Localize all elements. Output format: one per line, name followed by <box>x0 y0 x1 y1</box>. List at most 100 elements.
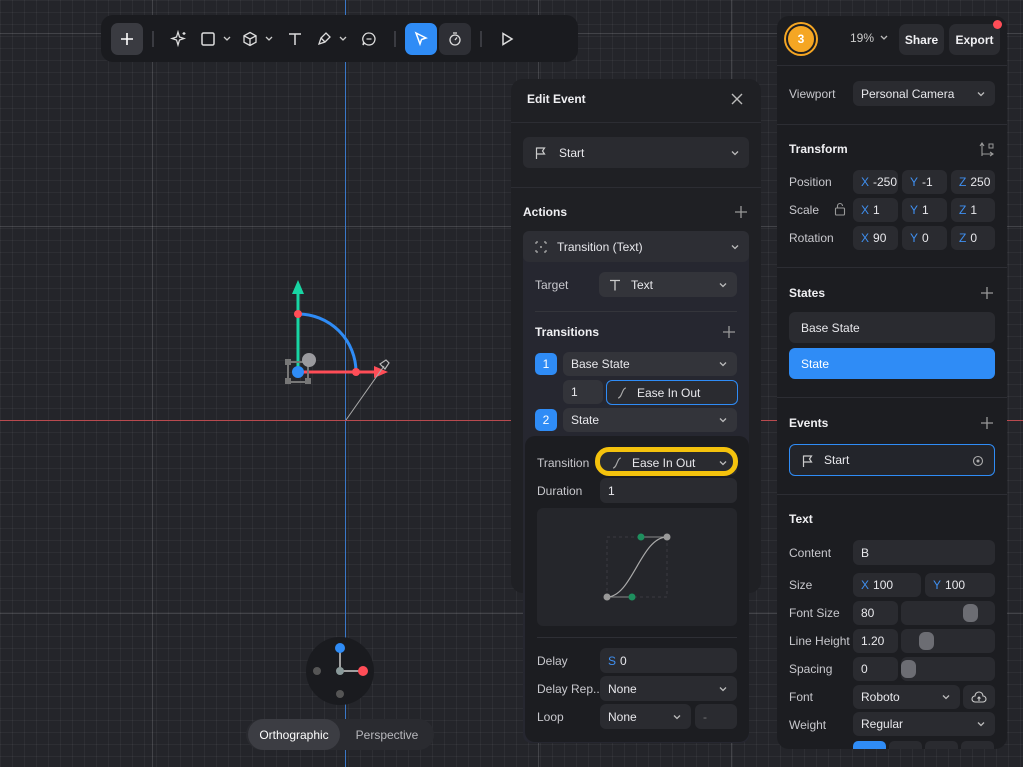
spacing-input[interactable]: 0 <box>853 657 898 681</box>
chevron-down-icon[interactable] <box>221 36 233 42</box>
comment-icon[interactable] <box>353 23 385 55</box>
rotation-z-input[interactable]: Z0 <box>951 226 995 250</box>
chevron-down-icon <box>719 362 727 367</box>
line-height-label: Line Height <box>789 634 850 648</box>
chevron-down-icon <box>880 35 888 40</box>
duration-input[interactable]: 1 <box>600 478 737 503</box>
chevron-down-icon <box>731 244 739 249</box>
duration-value: 1 <box>608 483 615 498</box>
slider-handle[interactable] <box>963 604 978 622</box>
font-size-input[interactable]: 80 <box>853 601 898 625</box>
avatar[interactable]: 3 <box>786 24 816 54</box>
position-y-input[interactable]: Y -1 <box>902 170 947 194</box>
line-height-slider[interactable] <box>901 629 995 653</box>
zoom-value: 19% <box>850 31 875 45</box>
action-select[interactable]: Transition (Text) <box>523 231 749 262</box>
text-icon[interactable] <box>279 23 311 55</box>
delay-repeat-select[interactable]: None <box>600 676 737 701</box>
viewport-select[interactable]: Personal Camera <box>853 81 995 106</box>
add-icon[interactable] <box>111 22 143 55</box>
rotation-y-input[interactable]: Y0 <box>902 226 947 250</box>
scale-x-value: 1 <box>873 203 880 217</box>
divider <box>511 187 761 188</box>
slider-handle[interactable] <box>901 660 916 678</box>
sparkle-icon[interactable] <box>163 23 195 55</box>
rectangle-icon[interactable] <box>195 23 221 55</box>
perspective-option[interactable]: Perspective <box>340 719 434 750</box>
divider <box>777 267 1007 268</box>
export-button[interactable]: Export <box>949 24 1000 55</box>
rotation-x-input[interactable]: X 90 <box>853 226 898 250</box>
chevron-down-icon[interactable] <box>337 36 349 42</box>
align-center-button[interactable] <box>889 741 922 749</box>
position-z-input[interactable]: Z 250 <box>951 170 995 194</box>
select-icon[interactable] <box>405 22 437 55</box>
upload-font-button[interactable] <box>963 685 995 709</box>
size-x-input[interactable]: X 100 <box>853 573 921 597</box>
loop-value: None <box>608 709 637 724</box>
event-name: Start <box>824 453 850 467</box>
weight-label: Weight <box>789 718 827 732</box>
zoom-select[interactable]: 19% <box>850 31 888 45</box>
transform-gizmo[interactable] <box>270 270 400 430</box>
animate-icon[interactable] <box>439 22 471 55</box>
transitions-title: Transitions <box>535 325 600 339</box>
event-settings-icon[interactable] <box>972 455 984 467</box>
slider-handle[interactable] <box>919 632 934 650</box>
cube-icon[interactable] <box>237 23 263 55</box>
loop-select[interactable]: None <box>600 704 691 729</box>
loop-count-input[interactable]: - <box>695 704 737 729</box>
add-transition-icon[interactable] <box>723 326 735 338</box>
spacing-slider[interactable] <box>901 657 995 681</box>
target-select[interactable]: Text <box>599 272 737 297</box>
scale-y-value: 1 <box>922 203 929 217</box>
line-height-input[interactable]: 1.20 <box>853 629 898 653</box>
position-x-input[interactable]: X -250 <box>853 170 898 194</box>
play-icon[interactable] <box>491 23 523 55</box>
scale-y-input[interactable]: Y1 <box>902 198 947 222</box>
main-toolbar <box>101 15 578 62</box>
weight-select[interactable]: Regular <box>853 712 995 736</box>
trigger-select[interactable]: Start <box>523 137 749 168</box>
divider <box>777 65 1007 66</box>
size-y-input[interactable]: Y 100 <box>925 573 995 597</box>
chevron-down-icon[interactable] <box>263 36 275 42</box>
unlock-icon[interactable] <box>834 202 846 216</box>
scale-z-value: 1 <box>970 203 978 217</box>
pen-icon[interactable] <box>311 23 337 55</box>
orientation-gizmo[interactable] <box>305 636 375 706</box>
add-state-icon[interactable] <box>981 287 993 299</box>
scale-x-input[interactable]: X1 <box>853 198 898 222</box>
add-action-icon[interactable] <box>735 206 747 218</box>
transform-title: Transform <box>789 142 848 156</box>
chevron-down-icon <box>719 686 727 691</box>
pivot-icon[interactable] <box>979 141 995 157</box>
transition-duration-input[interactable]: 1 <box>563 380 603 404</box>
font-size-label: Font Size <box>789 606 840 620</box>
transition-state-select[interactable]: Base State <box>563 352 737 376</box>
font-select[interactable]: Roboto <box>853 685 960 709</box>
font-size-slider[interactable] <box>901 601 995 625</box>
share-button[interactable]: Share <box>899 24 944 55</box>
add-event-icon[interactable] <box>981 417 993 429</box>
align-right-button[interactable] <box>925 741 958 749</box>
state-item[interactable]: Base State <box>789 312 995 343</box>
orthographic-option[interactable]: Orthographic <box>248 719 340 750</box>
transition-state-select[interactable]: State <box>563 408 737 432</box>
event-item[interactable]: Start <box>789 444 995 476</box>
transition-detail-popover: Transition Ease In Out Duration 1 Delay … <box>525 436 749 742</box>
align-left-button[interactable] <box>853 741 886 749</box>
align-justify-button[interactable] <box>961 741 994 749</box>
divider <box>777 494 1007 495</box>
divider <box>777 124 1007 125</box>
content-input[interactable]: B <box>853 540 995 565</box>
scale-z-input[interactable]: Z1 <box>951 198 995 222</box>
close-icon[interactable] <box>731 93 743 105</box>
scale-label: Scale <box>789 203 820 217</box>
transition-easing-select[interactable]: Ease In Out <box>606 380 738 405</box>
target-label: Target <box>535 278 569 292</box>
divider <box>777 397 1007 398</box>
delay-input[interactable]: S 0 <box>600 648 737 673</box>
state-item-selected[interactable]: State <box>789 348 995 379</box>
easing-curve-editor[interactable] <box>537 508 737 626</box>
